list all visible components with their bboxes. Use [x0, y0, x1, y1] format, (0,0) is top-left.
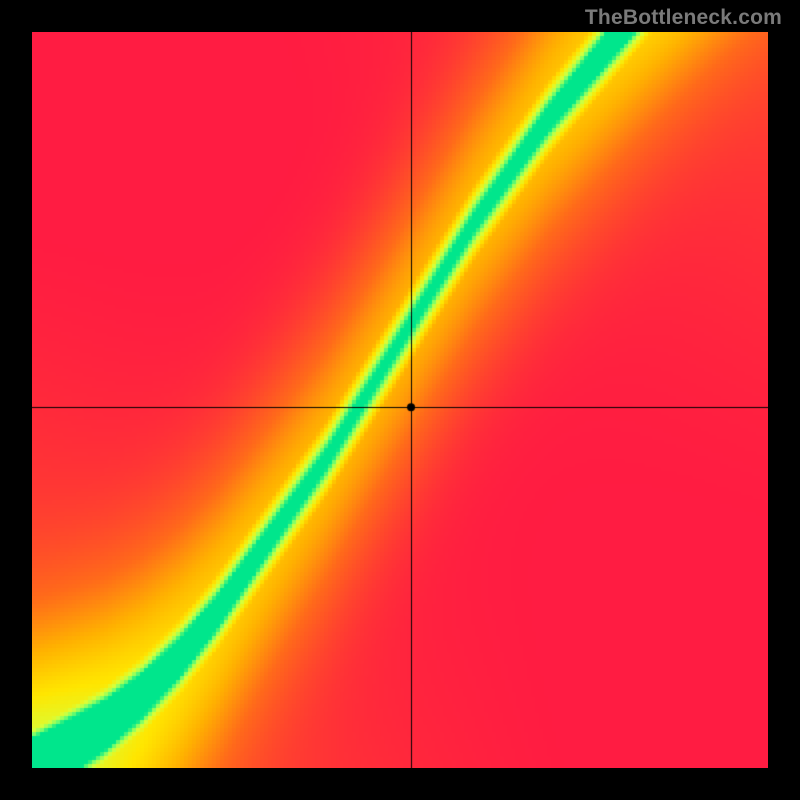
crosshair-overlay — [32, 32, 768, 768]
figure-container: TheBottleneck.com — [0, 0, 800, 800]
watermark-text: TheBottleneck.com — [585, 6, 782, 30]
